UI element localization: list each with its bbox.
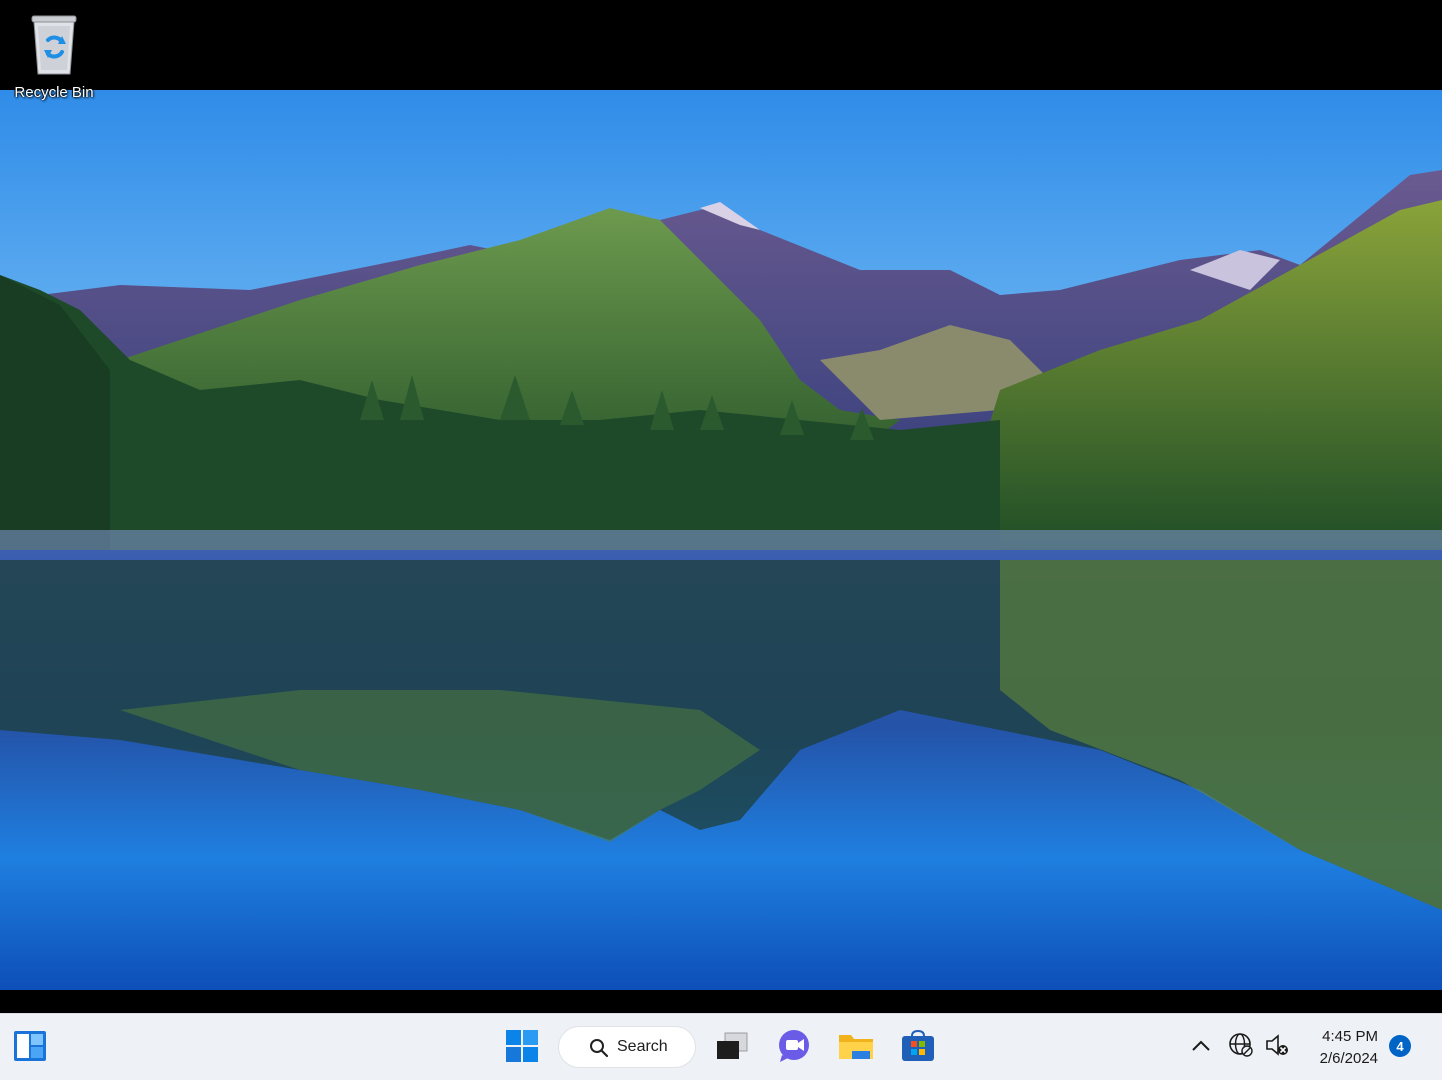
globe-network-icon[interactable] <box>1228 1032 1254 1063</box>
windows-start-icon <box>506 1029 538 1067</box>
start-button[interactable] <box>500 1026 544 1070</box>
notification-badge[interactable]: 4 <box>1389 1035 1411 1057</box>
file-explorer-button[interactable] <box>834 1026 878 1070</box>
folder-icon <box>838 1031 874 1066</box>
chevron-up-icon[interactable] <box>1190 1032 1212 1063</box>
search-label: Search <box>617 1038 668 1055</box>
widgets-button[interactable] <box>8 1026 52 1070</box>
widgets-icon <box>13 1030 47 1067</box>
clock-time: 4:45 PM <box>1322 1028 1378 1045</box>
desktop-icon-recycle-bin[interactable]: Recycle Bin <box>8 8 100 108</box>
chat-button[interactable] <box>772 1026 816 1070</box>
chat-icon <box>776 1029 812 1068</box>
task-view-button[interactable] <box>710 1026 754 1070</box>
taskbar-search[interactable]: Search <box>558 1026 696 1068</box>
clock-date: 2/6/2024 <box>1319 1050 1378 1067</box>
clock[interactable]: 4:45 PM 2/6/2024 <box>1298 1026 1378 1070</box>
taskbar: Search 4:45 PM 2/6/2024 <box>0 1013 1442 1080</box>
recycle-bin-icon <box>26 12 82 78</box>
task-view-icon <box>715 1031 749 1066</box>
desktop-wallpaper <box>0 90 1442 990</box>
store-icon <box>901 1029 935 1067</box>
microsoft-store-button[interactable] <box>896 1026 940 1070</box>
desktop-icon-label: Recycle Bin <box>14 84 94 101</box>
volume-muted-icon[interactable] <box>1264 1032 1290 1063</box>
desktop: Recycle Bin <box>0 0 1442 1013</box>
search-icon <box>589 1038 609 1063</box>
